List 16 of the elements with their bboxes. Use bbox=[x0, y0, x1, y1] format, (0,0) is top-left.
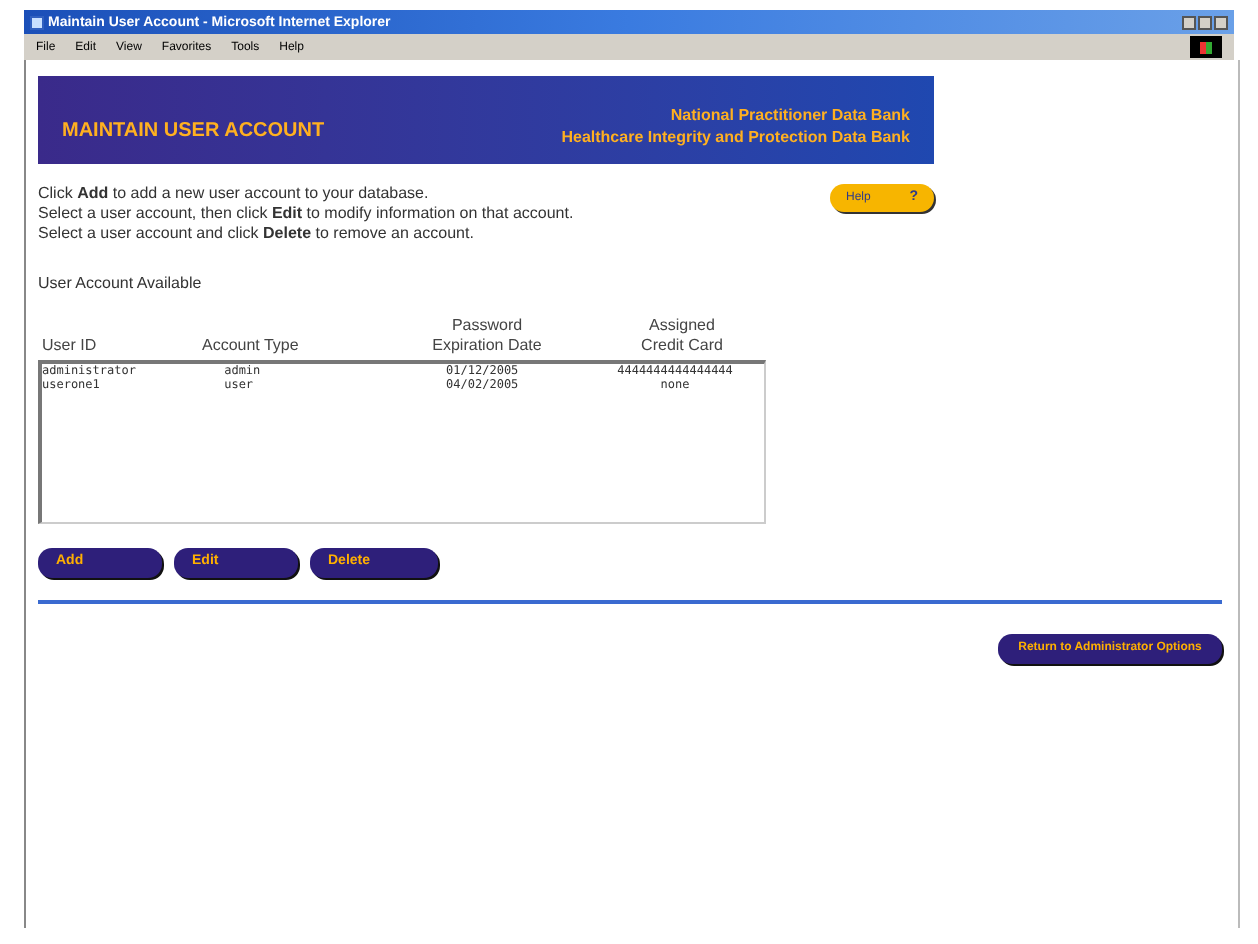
close-icon[interactable] bbox=[1214, 15, 1228, 29]
instruction-text: Click Add to add a new user account to your database. bbox=[38, 184, 431, 204]
maximize-icon[interactable] bbox=[1198, 15, 1212, 29]
instruction-text: Select a user account and click Delete to remove an account. bbox=[38, 224, 476, 244]
list-title: User Account Available bbox=[38, 272, 204, 296]
column-header: Account Type bbox=[202, 336, 299, 356]
column-header: Password Expiration Date bbox=[430, 316, 544, 356]
column-header: Assigned Credit Card bbox=[639, 316, 725, 356]
instruction-text: Select a user account, then click Edit to modify information on that account. bbox=[38, 204, 574, 224]
minimize-icon[interactable] bbox=[1182, 15, 1196, 29]
organization-name: National Practitioner Data Bank bbox=[670, 104, 910, 126]
banner-title: MAINTAIN USER ACCOUNT bbox=[62, 117, 325, 145]
windows-logo-icon bbox=[1190, 36, 1222, 58]
column-header: User ID bbox=[42, 336, 97, 356]
browser-icon bbox=[30, 15, 44, 29]
organization-name: Healthcare Integrity and Protection Data Bank bbox=[561, 126, 910, 148]
